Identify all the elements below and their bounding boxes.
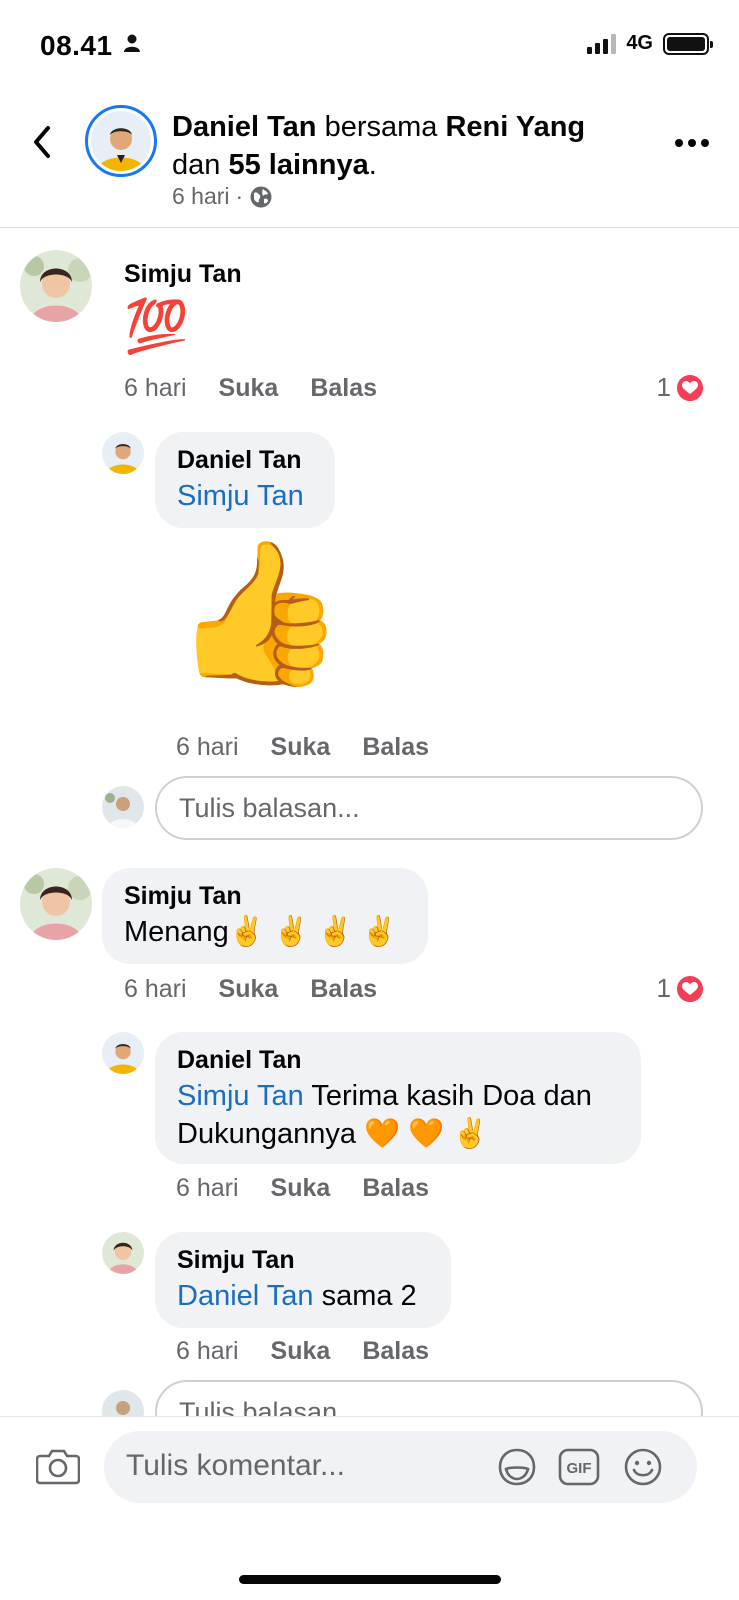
reaction-summary[interactable]: 1 (657, 372, 705, 403)
title-period: . (368, 149, 377, 181)
comment-input[interactable]: Tulis komentar... GIF (104, 1431, 697, 1503)
like-button[interactable]: Suka (219, 374, 279, 403)
sticker-icon[interactable] (496, 1447, 538, 1487)
meta-separator: · (235, 183, 244, 209)
status-time: 08.41 (40, 30, 113, 61)
signal-icon (587, 33, 617, 54)
author-name[interactable]: Daniel Tan (172, 111, 317, 143)
comment-text: Menang✌️ ✌️ ✌️ ✌️ (124, 916, 398, 948)
reply-button[interactable]: Balas (310, 975, 377, 1004)
mention-link[interactable]: Simju Tan (177, 1080, 304, 1112)
post-meta: 6 hari · (172, 183, 273, 210)
author-avatar[interactable] (85, 105, 157, 177)
like-button[interactable]: Suka (271, 1337, 331, 1366)
status-bar: 08.41 4G (0, 0, 739, 90)
comment-time: 6 hari (124, 374, 187, 402)
comment-text: Simju Tan Terima kasih Doa dan Dukungann… (177, 1077, 619, 1153)
comment-composer: Tulis komentar... GIF (0, 1416, 739, 1600)
comment-text: 💯 (124, 298, 189, 356)
avatar[interactable] (102, 1232, 144, 1274)
comment-text-line1: Terima kasih Doa dan (311, 1080, 592, 1112)
gif-icon[interactable]: GIF (558, 1447, 600, 1487)
comment-actions: 6 hari Suka Balas (176, 1174, 461, 1203)
comment-time: 6 hari (124, 975, 187, 1003)
reply-button[interactable]: Balas (362, 1337, 429, 1366)
comment-time: 6 hari (176, 1337, 239, 1365)
globe-icon (250, 186, 272, 207)
comment-text-body: sama 2 (321, 1280, 417, 1312)
like-button[interactable]: Suka (271, 1174, 331, 1203)
avatar[interactable] (102, 432, 144, 474)
comment-text: Daniel Tan sama 2 (177, 1277, 429, 1315)
more-icon[interactable] (675, 138, 709, 148)
reaction-count: 1 (656, 372, 671, 402)
like-button[interactable]: Suka (271, 733, 331, 762)
reaction-count: 1 (656, 973, 671, 1003)
mention-link[interactable]: Simju Tan (177, 477, 313, 515)
comment-author[interactable]: Simju Tan (124, 882, 406, 911)
back-icon[interactable] (28, 122, 58, 162)
with-word: bersama (324, 111, 438, 143)
avatar[interactable] (20, 868, 92, 940)
mention-link[interactable]: Daniel Tan (177, 1280, 314, 1312)
camera-icon[interactable] (36, 1447, 80, 1485)
avatar[interactable] (102, 1032, 144, 1074)
like-button[interactable]: Suka (219, 975, 279, 1004)
comment-text-line2: Dukungannya 🧡 🧡 ✌️ (177, 1118, 489, 1150)
comment-time: 6 hari (176, 1174, 239, 1202)
network-type: 4G (626, 32, 653, 54)
heart-icon (675, 372, 705, 403)
reply-button[interactable]: Balas (362, 1174, 429, 1203)
person-icon (124, 34, 140, 52)
comment-actions: 6 hari Suka Balas (124, 374, 409, 403)
emoji-icon[interactable] (622, 1447, 664, 1487)
reply-button[interactable]: Balas (310, 374, 377, 403)
heart-icon (675, 973, 705, 1004)
reply-button[interactable]: Balas (362, 733, 429, 762)
comment-author[interactable]: Daniel Tan (177, 446, 313, 475)
comment-bubble: Daniel Tan Simju Tan (155, 432, 335, 528)
reply-input[interactable]: Tulis balasan... (155, 776, 703, 840)
comment-actions: 6 hari Suka Balas (176, 733, 461, 762)
reaction-summary[interactable]: 1 (657, 973, 705, 1004)
comment-actions: 6 hari Suka Balas (124, 975, 409, 1004)
comment-author[interactable]: Simju Tan (177, 1246, 429, 1275)
post-title: Daniel Tan bersama Reni Yang dan 55 lain… (172, 108, 652, 184)
battery-icon (663, 32, 713, 55)
comment-author[interactable]: Daniel Tan (177, 1046, 619, 1075)
comment-time: 6 hari (176, 733, 239, 761)
comment-placeholder: Tulis komentar... (126, 1449, 345, 1482)
sticker: 👍 (172, 534, 347, 691)
post-header: Daniel Tan bersama Reni Yang dan 55 lain… (0, 90, 739, 228)
post-time: 6 hari (172, 183, 230, 209)
gif-label: GIF (567, 1460, 592, 1477)
comment-bubble: Simju Tan Daniel Tan sama 2 (155, 1232, 451, 1328)
tagged-name[interactable]: Reni Yang (445, 111, 585, 143)
avatar[interactable] (20, 250, 92, 322)
comment-actions: 6 hari Suka Balas (176, 1337, 461, 1366)
home-indicator (239, 1575, 501, 1584)
and-word: dan (172, 149, 221, 181)
comment-author[interactable]: Simju Tan (124, 260, 242, 289)
others-link[interactable]: 55 lainnya (228, 149, 368, 181)
comment-bubble: Simju Tan Menang✌️ ✌️ ✌️ ✌️ (102, 868, 428, 964)
avatar (102, 786, 144, 828)
reply-placeholder: Tulis balasan... (179, 792, 360, 823)
comment-bubble: Daniel Tan Simju Tan Terima kasih Doa da… (155, 1032, 641, 1164)
